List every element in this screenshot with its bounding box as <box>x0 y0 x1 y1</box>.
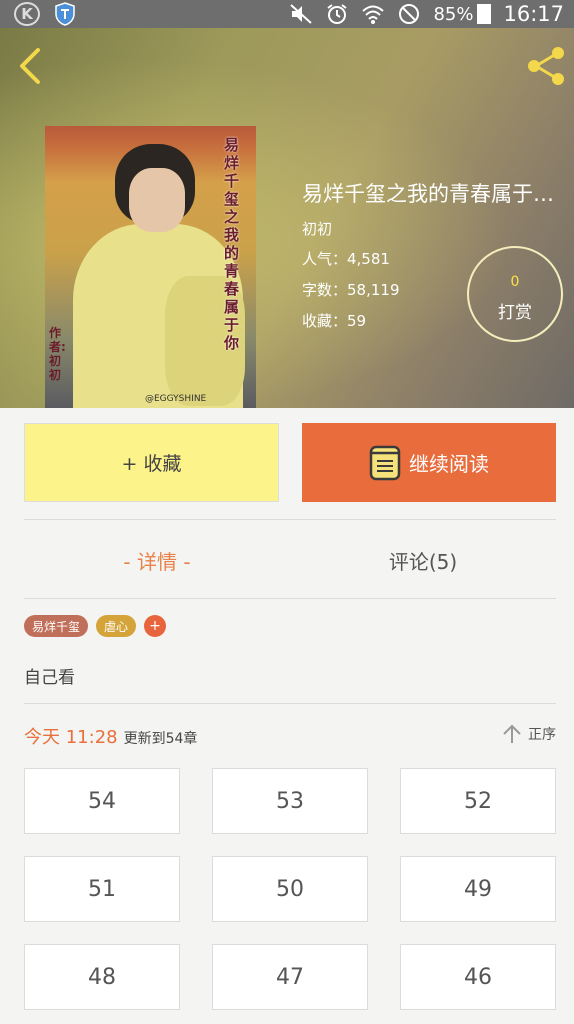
reward-count: 0 <box>510 274 520 290</box>
k-app-icon: K <box>14 2 40 26</box>
divider <box>24 703 556 704</box>
back-arrow-icon[interactable] <box>14 46 46 86</box>
book-author[interactable]: 初初 <box>302 218 332 239</box>
battery-percent: 85% <box>433 3 474 25</box>
book-icon <box>369 445 401 480</box>
battery-icon <box>477 4 492 24</box>
add-to-favorites-button[interactable]: + 收藏 <box>24 423 279 502</box>
tab-details[interactable]: - 详情 - <box>24 540 290 580</box>
chapter-button[interactable]: 49 <box>400 856 556 922</box>
update-time: 今天 11:28 <box>24 727 118 748</box>
tag-item[interactable]: 易烊千玺 <box>24 615 89 637</box>
book-cover[interactable]: 易烊千玺之我的青春属于你 作者:初初 @EGGYSHINE <box>45 126 256 408</box>
chapter-button[interactable]: 54 <box>24 768 180 834</box>
cover-title: 易烊千玺之我的青春属于你 <box>224 136 240 352</box>
alarm-icon <box>327 4 348 24</box>
book-header: 易烊千玺之我的青春属于你 作者:初初 @EGGYSHINE 易烊千玺之我的青春属… <box>0 28 574 408</box>
battery-indicator: 85% <box>433 3 492 25</box>
reward-button[interactable]: 0 打赏 <box>467 246 563 342</box>
continue-reading-button[interactable]: 继续阅读 <box>302 423 556 502</box>
chapter-button[interactable]: 51 <box>24 856 180 922</box>
add-tag-button[interactable]: + <box>144 615 167 637</box>
wifi-icon <box>362 5 385 24</box>
divider <box>24 598 556 599</box>
chapter-button[interactable]: 47 <box>212 944 368 1010</box>
book-title: 易烊千玺之我的青春属于… <box>302 182 554 206</box>
continue-reading-label: 继续阅读 <box>409 452 489 476</box>
divider <box>24 519 556 520</box>
word-count-stat: 字数：58,119 <box>302 281 400 299</box>
update-text: 更新到54章 <box>123 731 198 747</box>
update-info: 今天 11:28 更新到54章 <box>24 723 197 749</box>
popularity-stat: 人气：4,581 <box>302 250 390 268</box>
cover-author: 作者:初初 <box>49 326 66 382</box>
clock: 16:17 <box>503 2 564 26</box>
sort-order-button[interactable]: 正序 <box>502 723 556 745</box>
tab-comments[interactable]: 评论(5) <box>290 540 556 580</box>
reward-label: 打赏 <box>498 303 532 323</box>
no-signal-icon <box>399 4 420 24</box>
mute-icon <box>290 4 313 24</box>
arrow-up-icon <box>503 724 521 743</box>
favorites-stat: 收藏：59 <box>302 312 367 330</box>
sort-order-label: 正序 <box>528 727 556 743</box>
chapter-button[interactable]: 52 <box>400 768 556 834</box>
book-description: 自己看 <box>24 668 75 688</box>
shield-icon <box>55 2 75 26</box>
chapter-button[interactable]: 50 <box>212 856 368 922</box>
share-icon[interactable] <box>524 44 568 88</box>
chapter-button[interactable]: 53 <box>212 768 368 834</box>
chapter-button[interactable]: 48 <box>24 944 180 1010</box>
status-bar: K 85% 16:17 <box>0 0 574 28</box>
chapter-button[interactable]: 46 <box>400 944 556 1010</box>
tag-list: 易烊千玺 虐心 + <box>24 615 167 637</box>
tag-item[interactable]: 虐心 <box>96 615 137 637</box>
cover-watermark: @EGGYSHINE <box>145 394 207 404</box>
